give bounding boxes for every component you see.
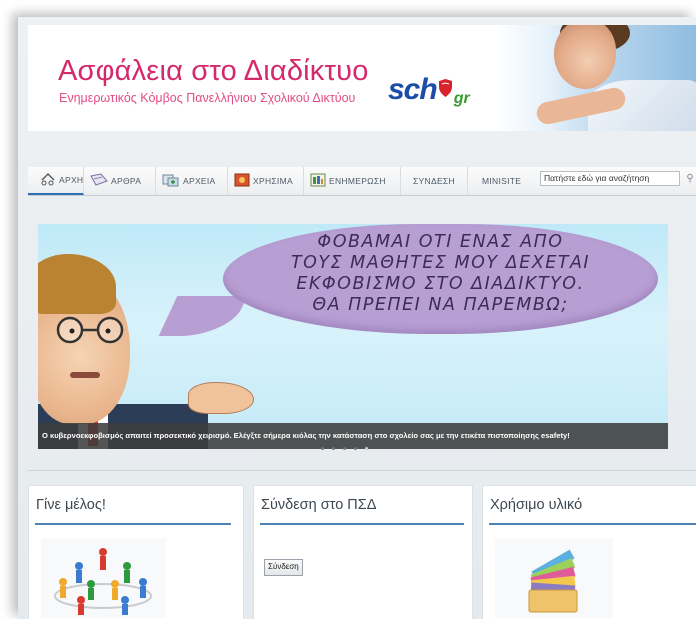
nav-item-label: ΧΡΗΣΙΜΑ — [253, 176, 293, 186]
nav-item-label: ΑΡΧΕΙΑ — [183, 176, 216, 186]
login-button[interactable]: Σύνδεση — [264, 559, 303, 576]
panel-rule — [260, 523, 464, 525]
site-subtitle: Ενημερωτικός Κόμβος Πανελλήνιου Σχολικού… — [59, 91, 356, 105]
articles-icon — [90, 173, 108, 189]
speech-bubble-text: ΦΟΒΑΜΑΙ ΟΤΙ ΕΝΑΣ ΑΠΟ ΤΟΥΣ ΜΑΘΗΤΕΣ ΜΟΥ ΔΕ… — [223, 232, 658, 316]
nav-item-label: ΣΥΝΔΕΣΗ — [413, 176, 455, 186]
panel-psd-login: Σύνδεση στο ΠΣΔ Σύνδεση — [253, 485, 473, 619]
logo-sch-text: sch — [388, 73, 438, 106]
panel-rule — [489, 523, 696, 525]
cartoon-hand — [188, 382, 254, 414]
slider-dot[interactable] — [354, 447, 357, 450]
slider-dot[interactable] — [332, 447, 335, 450]
section-divider — [28, 470, 696, 471]
bubble-line: ΦΟΒΑΜΑΙ ΟΤΙ ΕΝΑΣ ΑΠΟ — [317, 232, 564, 252]
panel-join: Γίνε μέλος! — [28, 485, 244, 619]
nav-item-login[interactable]: ΣΥΝΔΕΣΗ — [401, 167, 468, 195]
panel-title: Γίνε μέλος! — [36, 497, 106, 513]
nav-item-articles[interactable]: ΑΡΘΡΑ — [84, 167, 156, 195]
search-icon[interactable]: ⚲ — [683, 171, 696, 186]
cartoon-mouth — [70, 372, 100, 378]
bubble-line: ΕΚΦΟΒΙΣΜΟ ΣΤΟ ΔΙΑΔΙΚΤΥΟ. — [296, 274, 585, 294]
cartoon-glasses — [56, 316, 124, 344]
search-input[interactable]: Πατήστε εδώ για αναζήτηση — [540, 171, 680, 186]
slide-caption-bar: Ο κυβερνοεκφοβισμός απαιτεί προσεκτικό χ… — [38, 423, 668, 449]
panel-rule — [35, 523, 231, 525]
slider-dots — [321, 447, 368, 450]
nav-item-label: ΕΝΗΜΕΡΩΣΗ — [329, 176, 386, 186]
nav-item-minisite[interactable]: MINISITE — [468, 167, 538, 195]
slide-caption[interactable]: Ο κυβερνοεκφοβισμός απαιτεί προσεκτικό χ… — [42, 431, 570, 440]
nav-item-label: ΑΡΘΡΑ — [111, 176, 142, 186]
files-icon — [162, 173, 180, 189]
folders-image[interactable] — [495, 538, 613, 618]
hero-slider[interactable]: ΦΟΒΑΜΑΙ ΟΤΙ ΕΝΑΣ ΑΠΟ ΤΟΥΣ ΜΑΘΗΤΕΣ ΜΟΥ ΔΕ… — [38, 224, 668, 449]
bubble-line: ΤΟΥΣ ΜΑΘΗΤΕΣ ΜΟΥ ΔΕΧΕΤΑΙ — [290, 253, 591, 273]
site-title[interactable]: Ασφάλεια στο Διαδίκτυο — [58, 55, 369, 88]
logo-gr-text: gr — [453, 90, 470, 107]
home-icon — [40, 172, 56, 188]
bubble-line: ΘΑ ΠΡΕΠΕΙ ΝΑ ΠΑΡΕΜΒΩ; — [312, 295, 569, 315]
header-banner: Ασφάλεια στο Διαδίκτυο Ενημερωτικός Κόμβ… — [28, 25, 696, 131]
network-people-image[interactable] — [41, 538, 166, 618]
panel-title: Χρήσιμο υλικό — [490, 497, 583, 513]
cartoon-hair — [38, 254, 116, 314]
tools-icon — [234, 173, 250, 189]
nav-item-news[interactable]: ΕΝΗΜΕΡΩΣΗ — [304, 167, 401, 195]
slider-dot[interactable] — [343, 447, 346, 450]
nav-item-home[interactable]: ΑΡΧΗ — [28, 167, 84, 195]
shield-icon — [438, 79, 453, 102]
browser-viewport: Ασφάλεια στο Διαδίκτυο Ενημερωτικός Κόμβ… — [18, 17, 696, 619]
slider-dot[interactable] — [365, 447, 368, 450]
sch-logo[interactable]: sch gr — [388, 73, 470, 107]
banner-photo — [496, 25, 696, 131]
nav-item-useful[interactable]: ΧΡΗΣΙΜΑ — [228, 167, 304, 195]
nav-item-files[interactable]: ΑΡΧΕΙΑ — [156, 167, 228, 195]
panel-useful-material: Χρήσιμο υλικό — [482, 485, 696, 619]
main-nav: ΑΡΧΗ ΑΡΘΡΑ ΑΡΧΕΙΑ ΧΡΗΣΙΜΑ ΕΝΗΜΕΡΩΣΗ ΣΥΝΔ… — [28, 167, 696, 196]
photo-face — [554, 25, 616, 89]
nav-item-label: MINISITE — [482, 176, 522, 186]
slider-dot[interactable] — [321, 447, 324, 450]
panel-title: Σύνδεση στο ΠΣΔ — [261, 497, 377, 513]
nav-item-label: ΑΡΧΗ — [59, 175, 84, 185]
news-icon — [310, 173, 326, 189]
